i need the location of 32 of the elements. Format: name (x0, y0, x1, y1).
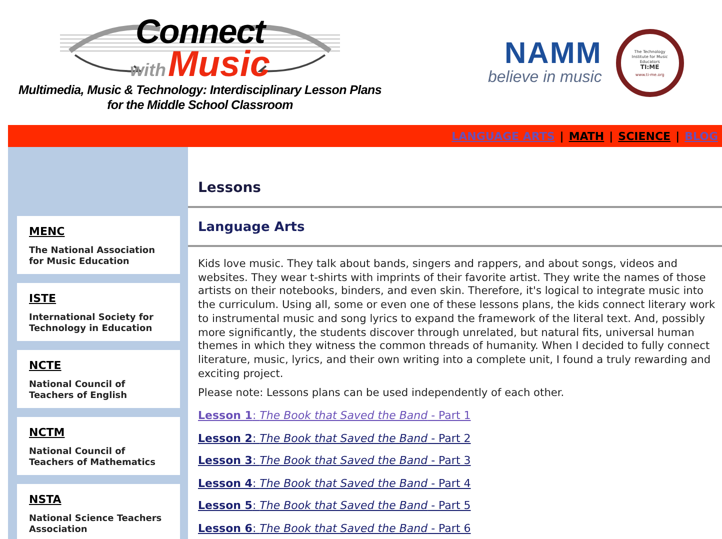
nav-link[interactable]: SCIENCE (618, 130, 671, 142)
nav-separator: | (560, 130, 564, 142)
nav-separator: | (609, 130, 614, 142)
nav-separator: | (676, 130, 680, 142)
logo-subtitle: with (130, 60, 166, 80)
namm-logo: NAMM (504, 38, 602, 68)
namm-slogan: believe in music (488, 68, 602, 86)
organization-link[interactable]: NSTA (29, 493, 168, 506)
organization-link[interactable]: NCTM (29, 426, 168, 439)
organization-name: National Council of Teachers of English (29, 380, 128, 402)
logo-word: Music (168, 48, 270, 80)
lesson-link[interactable]: Lesson 2: The Book that Saved the Band - Part 2 (198, 432, 722, 446)
lesson-link[interactable]: Lesson 1: The Book that Saved the Band - Part 1 (198, 409, 722, 424)
organization-name: National Council of Teachers of Mathematics (29, 447, 157, 469)
section-heading: Language Arts (188, 208, 722, 247)
lesson-link[interactable]: Lesson 3: The Book that Saved the Band - Part 3 (198, 454, 722, 469)
lesson-link[interactable]: Lesson 5: The Book that Saved the Band - Part 5 (198, 499, 722, 514)
intro-paragraph: Kids love music. They talk about bands, singers and rappers, and about songs, videos and websites. They wear t-shirts with imprints of their favorite artist. They write the names of those artists on their notebooks, binders, and even skin. Therefore, it's logical to integrate music into the curriculum. Using all, some or even one of these lessons plans, the kids connect literary work to instrumental music and song lyrics to expand the framework of the literal text. And, possibly more significantly, the students discover through unrelated, but natural fits, universal human themes in which they witness the common threads of humanity. When I decided to fully connect literature, music, lyrics, and their own writing into a complete unit, I found a truly rewarding and exciting project. (197, 257, 716, 382)
organization-link[interactable]: MENC (29, 225, 168, 238)
tagline: Multimedia, Music & Technology: Interdisciplinary Lesson Plans (18, 82, 382, 98)
page-heading: Lessons (188, 147, 722, 208)
organization-link[interactable]: NCTE (29, 359, 168, 372)
nav-link[interactable]: MATH (568, 130, 604, 142)
tagline: for the Middle School Classroom (107, 98, 293, 112)
organization-name: International Society for Technology in Education (29, 313, 154, 335)
organization-name: The National Association for Music Education (29, 246, 156, 268)
logo-title: Connect (136, 16, 264, 48)
note-text: Please note: Lessons plans can be used independently of each other. (197, 386, 566, 402)
organization-link[interactable]: ISTE (29, 292, 168, 305)
lesson-link[interactable]: Lesson 4: The Book that Saved the Band - Part 4 (198, 476, 722, 492)
lesson-link[interactable]: Lesson 6: The Book that Saved the Band - Part 6 (198, 522, 722, 536)
organization-name: National Science Teachers Association (29, 514, 163, 536)
